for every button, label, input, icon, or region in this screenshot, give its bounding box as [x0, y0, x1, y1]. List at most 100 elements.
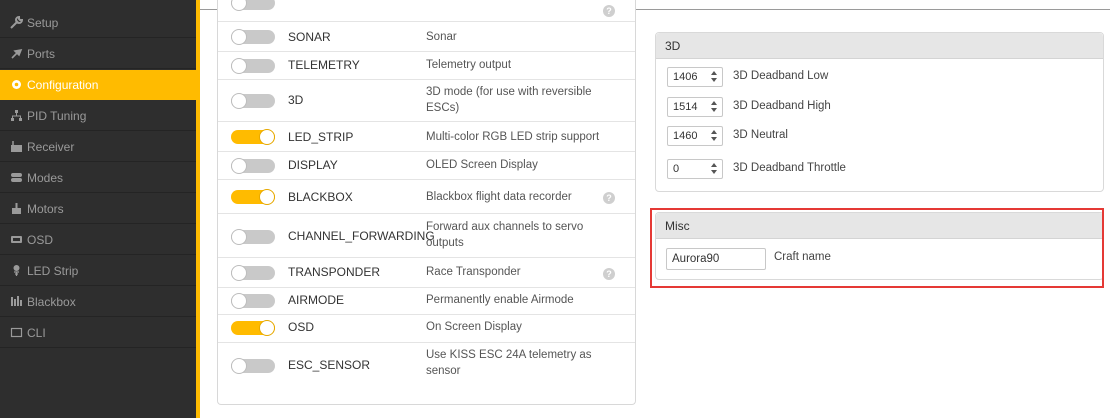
feature-name: CHANNEL_FORWARDING [288, 229, 435, 243]
feature-row-led-strip: LED_STRIP Multi-color RGB LED strip supp… [218, 121, 635, 151]
feature-row-channel-forwarding: CHANNEL_FORWARDING Forward aux channels … [218, 213, 635, 257]
help-icon[interactable]: ? [603, 192, 615, 204]
help-icon[interactable]: ? [603, 5, 615, 17]
sidebar-item-label: Receiver [27, 139, 75, 154]
3d-settings-box: 3D 1406 3D Deadband Low 1514 3D Deadband… [655, 32, 1104, 192]
sidebar-item-ports[interactable]: Ports [0, 39, 196, 69]
esc-sensor-toggle[interactable] [231, 358, 275, 374]
3d-deadband-throttle-label: 3D Deadband Throttle [733, 162, 846, 174]
3d-deadband-low-label: 3D Deadband Low [733, 70, 829, 82]
feature-row-partial: ? [218, 0, 635, 20]
feature-row-telemetry: TELEMETRY Telemetry output [218, 51, 635, 79]
sidebar-item-label: OSD [27, 232, 54, 247]
sidebar-item-label: Ports [27, 46, 56, 61]
feature-name: TELEMETRY [288, 58, 360, 72]
highlight-box [650, 208, 1104, 288]
sidebar-item-label: Modes [27, 170, 64, 185]
sidebar-item-modes[interactable]: Modes [0, 163, 196, 193]
feature-name: 3D [288, 93, 304, 107]
feature-description: Sonar [426, 31, 457, 43]
sidebar-item-cli[interactable]: CLI [0, 318, 196, 348]
feature-row-esc-sensor: ESC_SENSOR Use KISS ESC 24A telemetry as… [218, 342, 635, 387]
plug-icon [9, 47, 23, 61]
feature-row-blackbox: BLACKBOX Blackbox flight data recorder ? [218, 179, 635, 213]
sidebar-item-label: Setup [27, 15, 59, 30]
sidebar-item-pid-tuning[interactable]: PID Tuning [0, 101, 196, 131]
display-toggle[interactable] [231, 158, 275, 174]
wrench-icon [9, 16, 23, 30]
sidebar-item-configuration[interactable]: Configuration [0, 70, 196, 100]
sidebar-item-motors[interactable]: Motors [0, 194, 196, 224]
sidebar-item-receiver[interactable]: Receiver [0, 132, 196, 162]
osd-icon [9, 233, 23, 247]
feature-row-airmode: AIRMODE Permanently enable Airmode [218, 287, 635, 314]
channel-forwarding-toggle[interactable] [231, 229, 275, 245]
feature-name: LED_STRIP [288, 130, 354, 144]
3d-deadband-low-input[interactable]: 1406 [667, 67, 723, 87]
feature-description: Permanently enable Airmode [426, 294, 574, 306]
sidebar-item-osd[interactable]: OSD [0, 225, 196, 255]
sidebar-item-label: LED Strip [27, 263, 79, 278]
feature-description: Race Transponder [426, 266, 521, 278]
sidebar-item-label: Blackbox [27, 294, 76, 309]
modes-icon [9, 171, 23, 185]
blackbox-icon [9, 295, 23, 309]
feature-name: SONAR [288, 30, 331, 44]
telemetry-toggle[interactable] [231, 58, 275, 74]
feature-description: Telemetry output [426, 59, 512, 71]
feature-name: TRANSPONDER [288, 265, 381, 279]
led-strip-toggle[interactable] [231, 129, 275, 145]
transponder-toggle[interactable] [231, 265, 275, 281]
configurator-window: Setup Ports Configuration PID Tuning Rec… [0, 0, 1110, 418]
3d-toggle[interactable] [231, 93, 275, 109]
feature-row-transponder: TRANSPONDER Race Transponder ? [218, 257, 635, 287]
feature-description: Multi-color RGB LED strip support [426, 131, 600, 143]
feature-name: DISPLAY [288, 158, 338, 172]
sidebar-item-led-strip[interactable]: LED Strip [0, 256, 196, 286]
3d-neutral-input[interactable]: 1460 [667, 126, 723, 146]
sidebar-accent-bar [196, 0, 200, 418]
feature-description: OLED Screen Display [426, 159, 538, 171]
feature-name: BLACKBOX [288, 190, 353, 204]
feature-row-sonar: SONAR Sonar [218, 21, 635, 51]
feature-description: Use KISS ESC 24A telemetry as sensor [426, 349, 592, 377]
osd-toggle[interactable] [231, 320, 275, 336]
feature-name: AIRMODE [288, 293, 345, 307]
sidebar: Setup Ports Configuration PID Tuning Rec… [0, 0, 196, 418]
feature-name: ESC_SENSOR [288, 358, 371, 372]
spinner-icon[interactable] [711, 101, 719, 113]
sidebar-item-label: CLI [27, 325, 46, 340]
sidebar-item-setup[interactable]: Setup [0, 8, 196, 38]
feature-description: Blackbox flight data recorder [426, 191, 572, 203]
motor-icon [9, 202, 23, 216]
gear-icon [9, 78, 23, 92]
3d-deadband-high-input[interactable]: 1514 [667, 97, 723, 117]
help-icon[interactable]: ? [603, 268, 615, 280]
feature-toggle[interactable] [231, 0, 275, 11]
feature-row-osd: OSD On Screen Display [218, 314, 635, 342]
3d-box-title: 3D [656, 33, 1103, 59]
sidebar-item-label: Configuration [27, 77, 99, 92]
feature-description: On Screen Display [426, 321, 522, 333]
spinner-icon[interactable] [711, 130, 719, 142]
features-panel: ? SONAR Sonar TELEMETRY Telemetry output… [217, 0, 636, 405]
sidebar-item-label: Motors [27, 201, 64, 216]
feature-description: Forward aux channels to servo outputs [426, 221, 584, 249]
feature-row-display: DISPLAY OLED Screen Display [218, 151, 635, 179]
feature-row-3d: 3D 3D mode (for use with reversible ESCs… [218, 79, 635, 121]
3d-deadband-high-label: 3D Deadband High [733, 100, 831, 112]
pid-icon [9, 109, 23, 123]
terminal-icon [9, 326, 23, 340]
led-icon [9, 264, 23, 278]
sidebar-item-blackbox[interactable]: Blackbox [0, 287, 196, 317]
spinner-icon[interactable] [711, 71, 719, 83]
sonar-toggle[interactable] [231, 29, 275, 45]
receiver-icon [9, 140, 23, 154]
spinner-icon[interactable] [711, 163, 719, 175]
3d-neutral-label: 3D Neutral [733, 129, 788, 141]
feature-description: 3D mode (for use with reversible ESCs) [426, 86, 592, 114]
blackbox-toggle[interactable] [231, 189, 275, 205]
airmode-toggle[interactable] [231, 293, 275, 309]
sidebar-item-label: PID Tuning [27, 108, 87, 123]
3d-deadband-throttle-input[interactable]: 0 [667, 159, 723, 179]
